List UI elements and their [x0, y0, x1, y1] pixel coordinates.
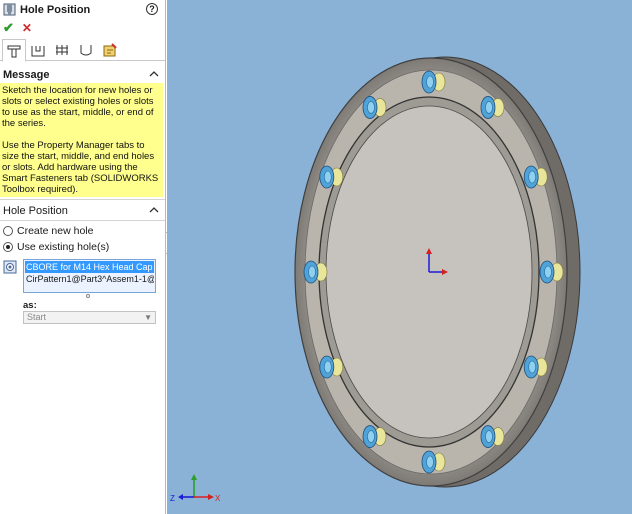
- as-dropdown-value: Start: [27, 312, 47, 322]
- pm-actions: ✔ ✕: [0, 19, 165, 37]
- fastener-tab-icon: [80, 45, 92, 56]
- hole-bore: [367, 430, 375, 443]
- bolt-hole[interactable]: [319, 355, 344, 379]
- radio-create-new-hole[interactable]: Create new hole: [0, 223, 165, 239]
- hole-bore: [528, 170, 536, 184]
- radio-button[interactable]: [3, 226, 13, 236]
- bolt-hole[interactable]: [523, 165, 548, 189]
- selection-item[interactable]: CirPattern1@Part3^Assem1-1@Assem: [25, 273, 154, 285]
- selection-item[interactable]: CBORE for M14 Hex Head Cap Screw: [25, 261, 154, 273]
- property-manager-panel: Hole Position ? ✔ ✕ Message Sketch the l…: [0, 0, 166, 514]
- as-dropdown[interactable]: Start ▼: [23, 311, 156, 324]
- bolt-hole[interactable]: [539, 260, 564, 284]
- hole-bore: [367, 101, 375, 114]
- divider: [0, 220, 165, 221]
- hole-bore: [544, 265, 552, 279]
- message-text-2: Use the Property Manager tabs to size th…: [2, 140, 159, 195]
- view-triad-icon[interactable]: Z X: [170, 474, 221, 503]
- hole-wizard-icon: [3, 3, 16, 16]
- hole-bore: [324, 170, 332, 184]
- triad-z-label: Z: [170, 494, 175, 503]
- radio-button[interactable]: [3, 242, 13, 252]
- radio-label: Use existing hole(s): [17, 241, 110, 253]
- pm-tabbar: [0, 39, 165, 62]
- flange-model[interactable]: Z X: [167, 0, 632, 514]
- hole-position-header-label: Hole Position: [3, 205, 68, 217]
- bolt-hole[interactable]: [319, 165, 344, 189]
- hole-bore: [426, 75, 434, 89]
- radio-use-existing-holes[interactable]: Use existing hole(s): [0, 239, 165, 255]
- tab-fastener[interactable]: [74, 39, 98, 61]
- as-label: as:: [23, 300, 37, 311]
- ok-check-icon[interactable]: ✔: [3, 20, 14, 36]
- bolt-hole[interactable]: [523, 355, 548, 379]
- bolt-hole[interactable]: [421, 450, 446, 474]
- hole-bore: [308, 265, 316, 279]
- message-group-header[interactable]: Message: [0, 67, 165, 83]
- hole-select-icon: [3, 260, 17, 274]
- bolt-hole[interactable]: [303, 260, 328, 284]
- tab-options[interactable]: [98, 39, 122, 61]
- selection-row: CBORE for M14 Hex Head Cap Screw CirPatt…: [0, 259, 165, 293]
- hole-position-group-header[interactable]: Hole Position: [0, 203, 165, 219]
- bolt-hole[interactable]: [421, 70, 446, 94]
- tab-position[interactable]: [2, 39, 26, 62]
- hole-bore: [426, 455, 434, 469]
- pm-header: Hole Position ?: [0, 0, 165, 19]
- hole-bore: [324, 360, 332, 374]
- radio-label: Create new hole: [17, 225, 94, 237]
- divider: [0, 199, 165, 200]
- bolt-hole[interactable]: [480, 425, 505, 448]
- cancel-x-icon[interactable]: ✕: [22, 21, 32, 35]
- hole-bore: [485, 101, 493, 114]
- chevron-down-icon: ▼: [144, 313, 152, 322]
- bolt-hole[interactable]: [362, 96, 387, 119]
- tab-type[interactable]: [26, 39, 50, 61]
- bolt-hole[interactable]: [362, 425, 387, 448]
- pm-title: Hole Position: [20, 3, 91, 16]
- message-box: Sketch the location for new holes or slo…: [0, 83, 163, 197]
- options-tab-icon: [103, 43, 117, 57]
- hole-bore: [485, 430, 493, 443]
- help-icon[interactable]: ?: [146, 3, 158, 15]
- position-tab-icon: [7, 45, 21, 57]
- selection-listbox[interactable]: CBORE for M14 Hex Head Cap Screw CirPatt…: [23, 259, 156, 293]
- message-text-1: Sketch the location for new holes or slo…: [2, 85, 154, 129]
- resize-grip[interactable]: [86, 294, 90, 298]
- graphics-viewport[interactable]: Z X: [167, 0, 632, 514]
- chevron-up-icon[interactable]: [149, 205, 159, 215]
- tab-table[interactable]: [50, 39, 74, 61]
- hole-bore: [528, 360, 536, 374]
- message-header-label: Message: [3, 69, 50, 81]
- table-tab-icon: [56, 45, 68, 55]
- triad-x-label: X: [215, 494, 221, 503]
- type-tab-icon: [31, 46, 45, 57]
- chevron-up-icon[interactable]: [149, 69, 159, 79]
- bolt-hole[interactable]: [480, 96, 505, 119]
